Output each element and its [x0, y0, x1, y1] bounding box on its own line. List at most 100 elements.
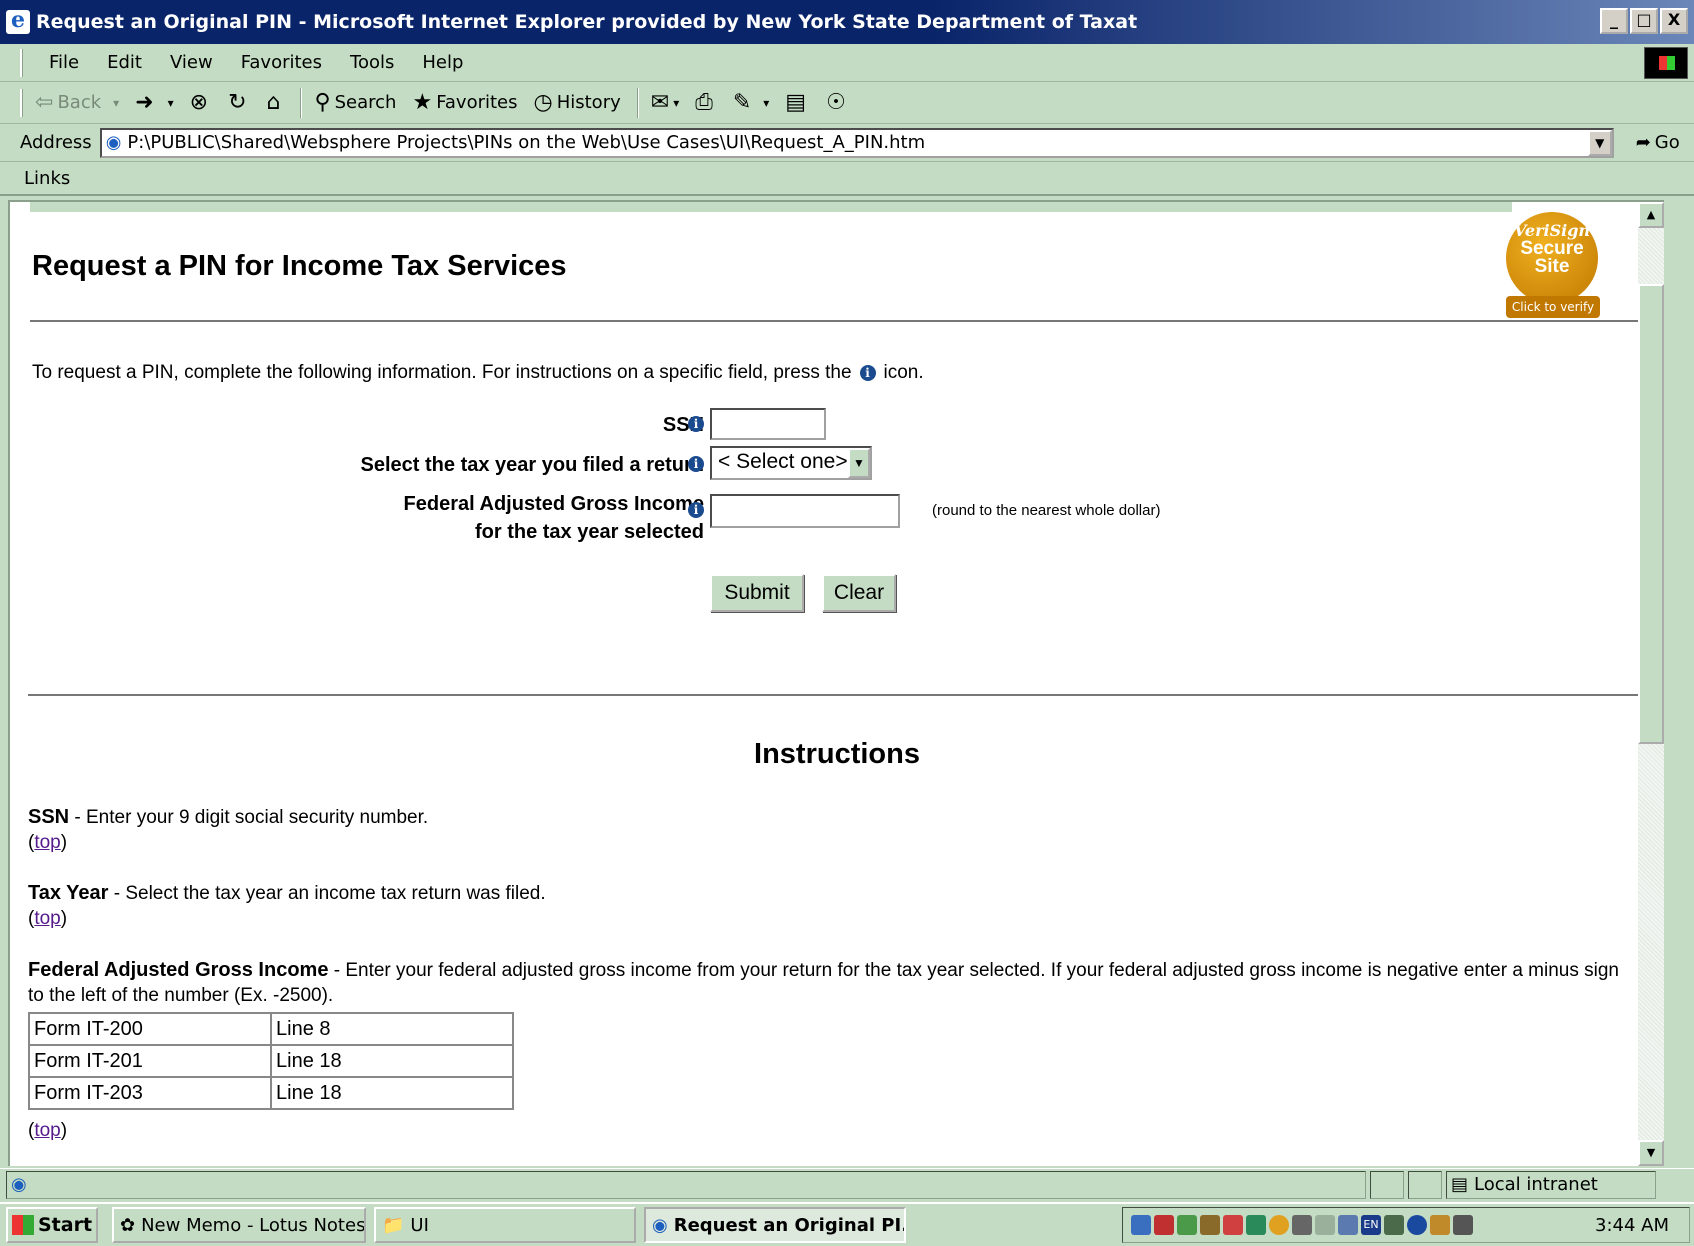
- page-content: Request a PIN for Income Tax Services Ve…: [8, 200, 1664, 1166]
- tray-sync-icon[interactable]: [1200, 1215, 1220, 1235]
- tray-mouse-icon[interactable]: [1315, 1215, 1335, 1235]
- top-link[interactable]: top: [34, 1120, 60, 1141]
- menu-edit[interactable]: Edit: [93, 52, 156, 73]
- instructions-heading: Instructions: [754, 738, 920, 770]
- messenger-icon: ☉: [826, 90, 846, 115]
- stop-button[interactable]: ⊗: [190, 90, 212, 115]
- top-link-agi: (top): [28, 1120, 68, 1141]
- menu-tools[interactable]: Tools: [336, 52, 408, 73]
- clear-button[interactable]: Clear: [822, 574, 896, 612]
- tray-device-icon[interactable]: [1453, 1215, 1473, 1235]
- agi-input[interactable]: [710, 494, 900, 528]
- toolbar-grip[interactable]: [20, 48, 23, 77]
- tray-clock-icon[interactable]: [1269, 1215, 1289, 1235]
- tray-connection-icon[interactable]: [1384, 1215, 1404, 1235]
- page-title: Request a PIN for Income Tax Services: [32, 250, 567, 282]
- history-button[interactable]: ◷ History: [534, 90, 621, 115]
- minimize-button[interactable]: _: [1600, 8, 1628, 34]
- tray-monitor-icon[interactable]: [1292, 1215, 1312, 1235]
- intranet-icon: ▤: [1451, 1174, 1469, 1195]
- menu-favorites[interactable]: Favorites: [227, 52, 336, 73]
- tax-year-info-icon[interactable]: i: [688, 456, 704, 472]
- intro-text-before: To request a PIN, complete the following…: [32, 362, 852, 383]
- messenger-button[interactable]: ☉: [826, 90, 850, 115]
- menu-view[interactable]: View: [156, 52, 227, 73]
- task-ui-folder[interactable]: 📁 UI: [374, 1207, 636, 1243]
- home-button[interactable]: ⌂: [267, 90, 285, 115]
- start-label: Start: [38, 1214, 93, 1236]
- back-button[interactable]: ⇦ Back ▾: [35, 90, 119, 115]
- menu-file[interactable]: File: [35, 52, 93, 73]
- scroll-up-button[interactable]: ▲: [1638, 202, 1664, 228]
- tray-messenger-icon[interactable]: [1407, 1215, 1427, 1235]
- ssn-info-icon[interactable]: i: [688, 416, 704, 432]
- page-status-icon: ◉: [11, 1174, 27, 1195]
- tray-antivirus-icon[interactable]: [1154, 1215, 1174, 1235]
- ie-icon: [6, 7, 30, 34]
- menu-help[interactable]: Help: [408, 52, 477, 73]
- mail-icon: ✉: [650, 90, 670, 115]
- verisign-seal[interactable]: VeriSign Secure Site Click to verify: [1506, 212, 1600, 322]
- top-link[interactable]: top: [34, 832, 60, 853]
- tray-network-icon[interactable]: [1177, 1215, 1197, 1235]
- refresh-button[interactable]: ↻: [228, 90, 250, 115]
- status-bar: ◉ ▤ Local intranet: [0, 1168, 1694, 1200]
- document-icon: ▤: [785, 90, 807, 115]
- agi-term: Federal Adjusted Gross Income: [28, 959, 329, 981]
- maximize-button[interactable]: □: [1630, 8, 1658, 34]
- links-bar: Links: [0, 162, 1694, 196]
- tray-language-icon[interactable]: EN: [1361, 1215, 1381, 1235]
- clock: 3:44 AM: [1595, 1214, 1669, 1236]
- tray-blocked-icon[interactable]: [1223, 1215, 1243, 1235]
- discuss-button[interactable]: ▤: [785, 90, 810, 115]
- line-cell: Line 18: [270, 1076, 514, 1110]
- vertical-scrollbar[interactable]: ▲ ▼: [1638, 202, 1664, 1166]
- task-lotus-notes[interactable]: ✿ New Memo - Lotus Notes: [112, 1207, 366, 1243]
- task-label: New Memo - Lotus Notes: [141, 1214, 366, 1236]
- start-button[interactable]: Start: [6, 1207, 98, 1243]
- tax-year-label: Select the tax year you filed a return: [360, 454, 704, 476]
- tray-printer-icon[interactable]: [1338, 1215, 1358, 1235]
- tray-search-icon[interactable]: [1131, 1215, 1151, 1235]
- search-button[interactable]: ⚲ Search: [314, 90, 396, 115]
- tray-notes-icon[interactable]: [1430, 1215, 1450, 1235]
- tray-flag-icon[interactable]: [1246, 1215, 1266, 1235]
- favorites-button[interactable]: ★ Favorites: [412, 90, 517, 115]
- mail-button[interactable]: ✉ ▾: [651, 90, 679, 115]
- intro-text: To request a PIN, complete the following…: [32, 362, 924, 384]
- divider: [28, 694, 1654, 696]
- task-internet-explorer[interactable]: ◉ Request an Original PI...: [644, 1207, 906, 1243]
- scroll-down-button[interactable]: ▼: [1638, 1140, 1664, 1166]
- chevron-down-icon[interactable]: ▼: [848, 448, 870, 478]
- agi-label: Federal Adjusted Gross Income for the ta…: [404, 490, 704, 546]
- toolbar-grip[interactable]: [20, 88, 23, 117]
- divider: [30, 320, 1652, 322]
- scroll-thumb[interactable]: [1638, 284, 1664, 744]
- address-input[interactable]: ◉ P:\PUBLIC\Shared\Websphere Projects\PI…: [99, 127, 1614, 158]
- ssn-input[interactable]: [710, 408, 826, 440]
- refresh-icon: ↻: [228, 90, 247, 115]
- print-button[interactable]: ⎙: [695, 90, 717, 115]
- favorites-icon: ★: [412, 90, 433, 115]
- search-label: Search: [334, 92, 397, 113]
- tax-year-select[interactable]: < Select one> ▼: [710, 446, 872, 480]
- forward-button[interactable]: ➜ ▾: [135, 90, 173, 115]
- print-icon: ⎙: [695, 90, 713, 115]
- stop-icon: ⊗: [189, 90, 209, 115]
- go-button[interactable]: ➦ Go: [1636, 132, 1680, 153]
- status-cell: [1370, 1170, 1404, 1199]
- line-cell: Line 8: [270, 1012, 514, 1046]
- taskbar: Start ✿ New Memo - Lotus Notes 📁 UI ◉ Re…: [0, 1202, 1694, 1246]
- edit-button[interactable]: ✎ ▾: [733, 90, 769, 115]
- click-to-verify[interactable]: Click to verify: [1506, 296, 1600, 318]
- links-label[interactable]: Links: [24, 168, 70, 189]
- agi-info-icon[interactable]: i: [688, 502, 704, 518]
- submit-button[interactable]: Submit: [710, 574, 804, 612]
- top-link[interactable]: top: [34, 908, 60, 929]
- intro-text-after: icon.: [883, 362, 924, 383]
- task-label: UI: [410, 1214, 429, 1236]
- address-dropdown-button[interactable]: ▼: [1587, 129, 1612, 156]
- status-text: ◉: [6, 1170, 1366, 1199]
- close-button[interactable]: X: [1660, 8, 1688, 34]
- form-cell: Form IT-201: [28, 1044, 272, 1078]
